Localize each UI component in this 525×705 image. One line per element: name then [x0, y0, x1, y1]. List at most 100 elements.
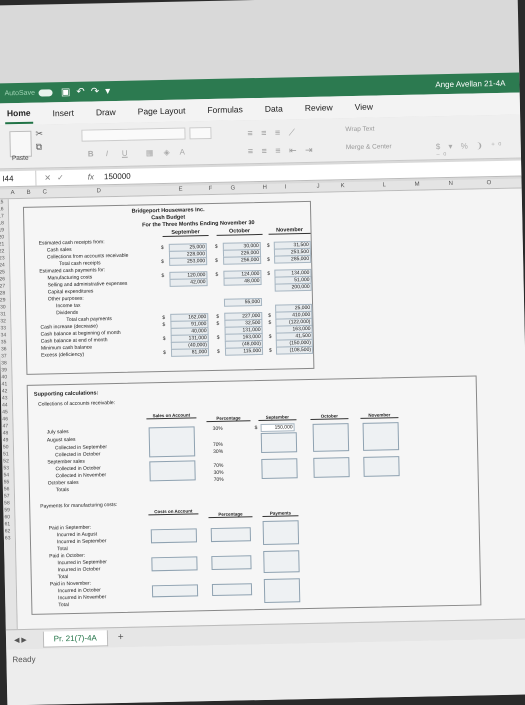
pct-september-collected-nov: 30%	[213, 469, 224, 476]
formula-input[interactable]: 150000	[104, 172, 131, 182]
pay-percentage-header: Percentage	[208, 511, 253, 519]
costs-on-account-input[interactable]	[150, 528, 198, 544]
pay-percentage-input[interactable]	[211, 583, 253, 597]
borders-fill-font-color-icons[interactable]: ▦ ◈ A	[146, 147, 189, 157]
sep-total-receipts[interactable]: 253,000	[169, 257, 208, 266]
undo-icon[interactable]: ↶	[76, 86, 85, 97]
fx-icon[interactable]: fx	[88, 172, 94, 181]
sales-on-account-input[interactable]	[148, 426, 196, 458]
column-header[interactable]: I	[285, 184, 287, 190]
oct-selling[interactable]: 48,000	[223, 276, 262, 286]
column-header[interactable]: J	[317, 184, 320, 190]
cut-icon[interactable]: ✂	[35, 128, 43, 139]
bold-icon[interactable]: B	[88, 149, 94, 158]
collections-oct-input[interactable]	[312, 423, 350, 452]
column-header[interactable]: M	[415, 182, 420, 188]
paste-button[interactable]	[9, 130, 32, 158]
tab-data[interactable]: Data	[263, 99, 285, 117]
costs-on-account-input[interactable]	[151, 584, 199, 598]
costs-on-account-input[interactable]	[151, 556, 198, 572]
payments-input[interactable]	[263, 578, 301, 603]
tab-page-layout[interactable]: Page Layout	[136, 101, 188, 120]
nov-total-receipts[interactable]: 285,000	[274, 254, 312, 264]
column-header[interactable]: K	[341, 183, 345, 189]
sheet-tab[interactable]: Pr. 21(7)-4A	[42, 629, 109, 648]
add-sheet-icon[interactable]: +	[118, 632, 124, 643]
costs-on-account-header: Costs on Account	[148, 508, 199, 516]
save-icon[interactable]: ▣	[61, 86, 71, 97]
copy-icon[interactable]: ⧉	[36, 142, 43, 153]
collections-oct-header: October	[310, 413, 349, 420]
collections-sep-input[interactable]	[261, 458, 298, 479]
label-total-payments: Total cash payments	[66, 316, 112, 324]
font-name-select[interactable]	[81, 127, 186, 142]
paste-label: Paste	[11, 154, 29, 163]
payments-input[interactable]	[263, 550, 300, 573]
nov-capital[interactable]: 200,000	[274, 282, 312, 292]
redo-icon[interactable]: ↷	[91, 86, 100, 97]
oct-excess[interactable]: 115,000	[224, 346, 264, 356]
sep-selling[interactable]: 42,000	[169, 278, 208, 287]
oct-income-tax[interactable]: 55,000	[223, 297, 263, 307]
tab-home[interactable]: Home	[4, 103, 33, 125]
merge-center-button[interactable]: Merge & Center	[346, 143, 392, 151]
currency-sign: $	[161, 258, 164, 266]
payments-input[interactable]	[262, 520, 300, 545]
collections-sep-input[interactable]	[260, 432, 298, 453]
column-header[interactable]: B	[27, 190, 31, 196]
nov-excess[interactable]: (108,500)	[275, 345, 314, 355]
pay-row: Total	[57, 546, 68, 553]
worksheet-grid[interactable]: Bridgeport Housewares Inc. Cash Budget F…	[8, 188, 525, 630]
row-header[interactable]: 63	[4, 535, 15, 542]
column-header[interactable]: L	[383, 182, 386, 188]
horizontal-alignment-icons[interactable]: ≡ ≡ ≡ ⇤ ⇥	[248, 145, 316, 157]
collections-nov-input[interactable]	[363, 456, 400, 477]
tab-formulas[interactable]: Formulas	[205, 100, 245, 119]
column-header[interactable]: N	[449, 181, 453, 187]
percentage-header: Percentage	[206, 415, 251, 423]
label-end: Cash balance at end of month	[40, 337, 108, 345]
tab-draw[interactable]: Draw	[94, 103, 118, 121]
currency-sign: $	[254, 425, 258, 432]
column-header[interactable]: A	[11, 190, 15, 196]
name-box[interactable]: I44	[0, 170, 37, 187]
tab-view[interactable]: View	[352, 98, 375, 116]
pay-percentage-input[interactable]	[210, 527, 252, 543]
oct-total-receipts[interactable]: 256,000	[223, 255, 262, 265]
sheet-nav-arrows-icon[interactable]: ◀ ▶	[14, 635, 27, 643]
pay-row: Paid in September:	[48, 524, 92, 532]
column-header[interactable]: F	[209, 186, 213, 192]
font-size-select[interactable]	[189, 126, 212, 140]
column-header[interactable]: H	[263, 185, 267, 191]
confirm-icon[interactable]: ✓	[57, 173, 64, 182]
excel-window: AutoSave ▣ ↶ ↷ ▾ Ange Avellan 21-4A Home…	[0, 0, 525, 705]
tab-review[interactable]: Review	[303, 98, 335, 117]
customize-toolbar-icon[interactable]: ▾	[105, 86, 110, 97]
number-format-icons[interactable]: $ ▾ % ❩ ⁺⁰ ⁻⁰	[436, 140, 521, 160]
label-manufacturing: Manufacturing costs	[47, 274, 93, 282]
pct-august-collected-oct: 30%	[213, 448, 224, 456]
column-header[interactable]: C	[43, 189, 47, 195]
autosave-toggle[interactable]	[38, 88, 53, 97]
sales-on-account-input[interactable]	[149, 460, 196, 482]
underline-icon[interactable]: U	[122, 149, 128, 158]
collections-sep-value[interactable]: 150,000	[260, 423, 295, 433]
column-header[interactable]: O	[486, 180, 491, 186]
pay-percentage-input[interactable]	[211, 555, 252, 571]
pct-july-collected-sep: 30%	[212, 425, 223, 433]
label-other: Other purposes:	[47, 295, 84, 303]
top-alignment-icons[interactable]: ≡ ≡ ≡ ⟋	[247, 127, 298, 139]
collections-nov-input[interactable]	[362, 422, 400, 451]
wrap-text-button[interactable]: Wrap Text	[345, 126, 374, 134]
italic-icon[interactable]: I	[106, 149, 108, 158]
collections-oct-input[interactable]	[313, 457, 350, 478]
user-name[interactable]: Ange Avellan 21-4A	[435, 78, 505, 88]
tab-insert[interactable]: Insert	[50, 104, 76, 123]
column-header[interactable]: G	[231, 185, 236, 191]
column-header[interactable]: D	[97, 188, 101, 194]
sep-excess[interactable]: 81,000	[170, 348, 210, 357]
cancel-icon[interactable]: ✕	[44, 173, 51, 182]
label-minimum: Minimum cash balance	[40, 344, 93, 352]
column-header[interactable]: E	[179, 187, 183, 193]
row-totals: Totals	[55, 487, 70, 494]
